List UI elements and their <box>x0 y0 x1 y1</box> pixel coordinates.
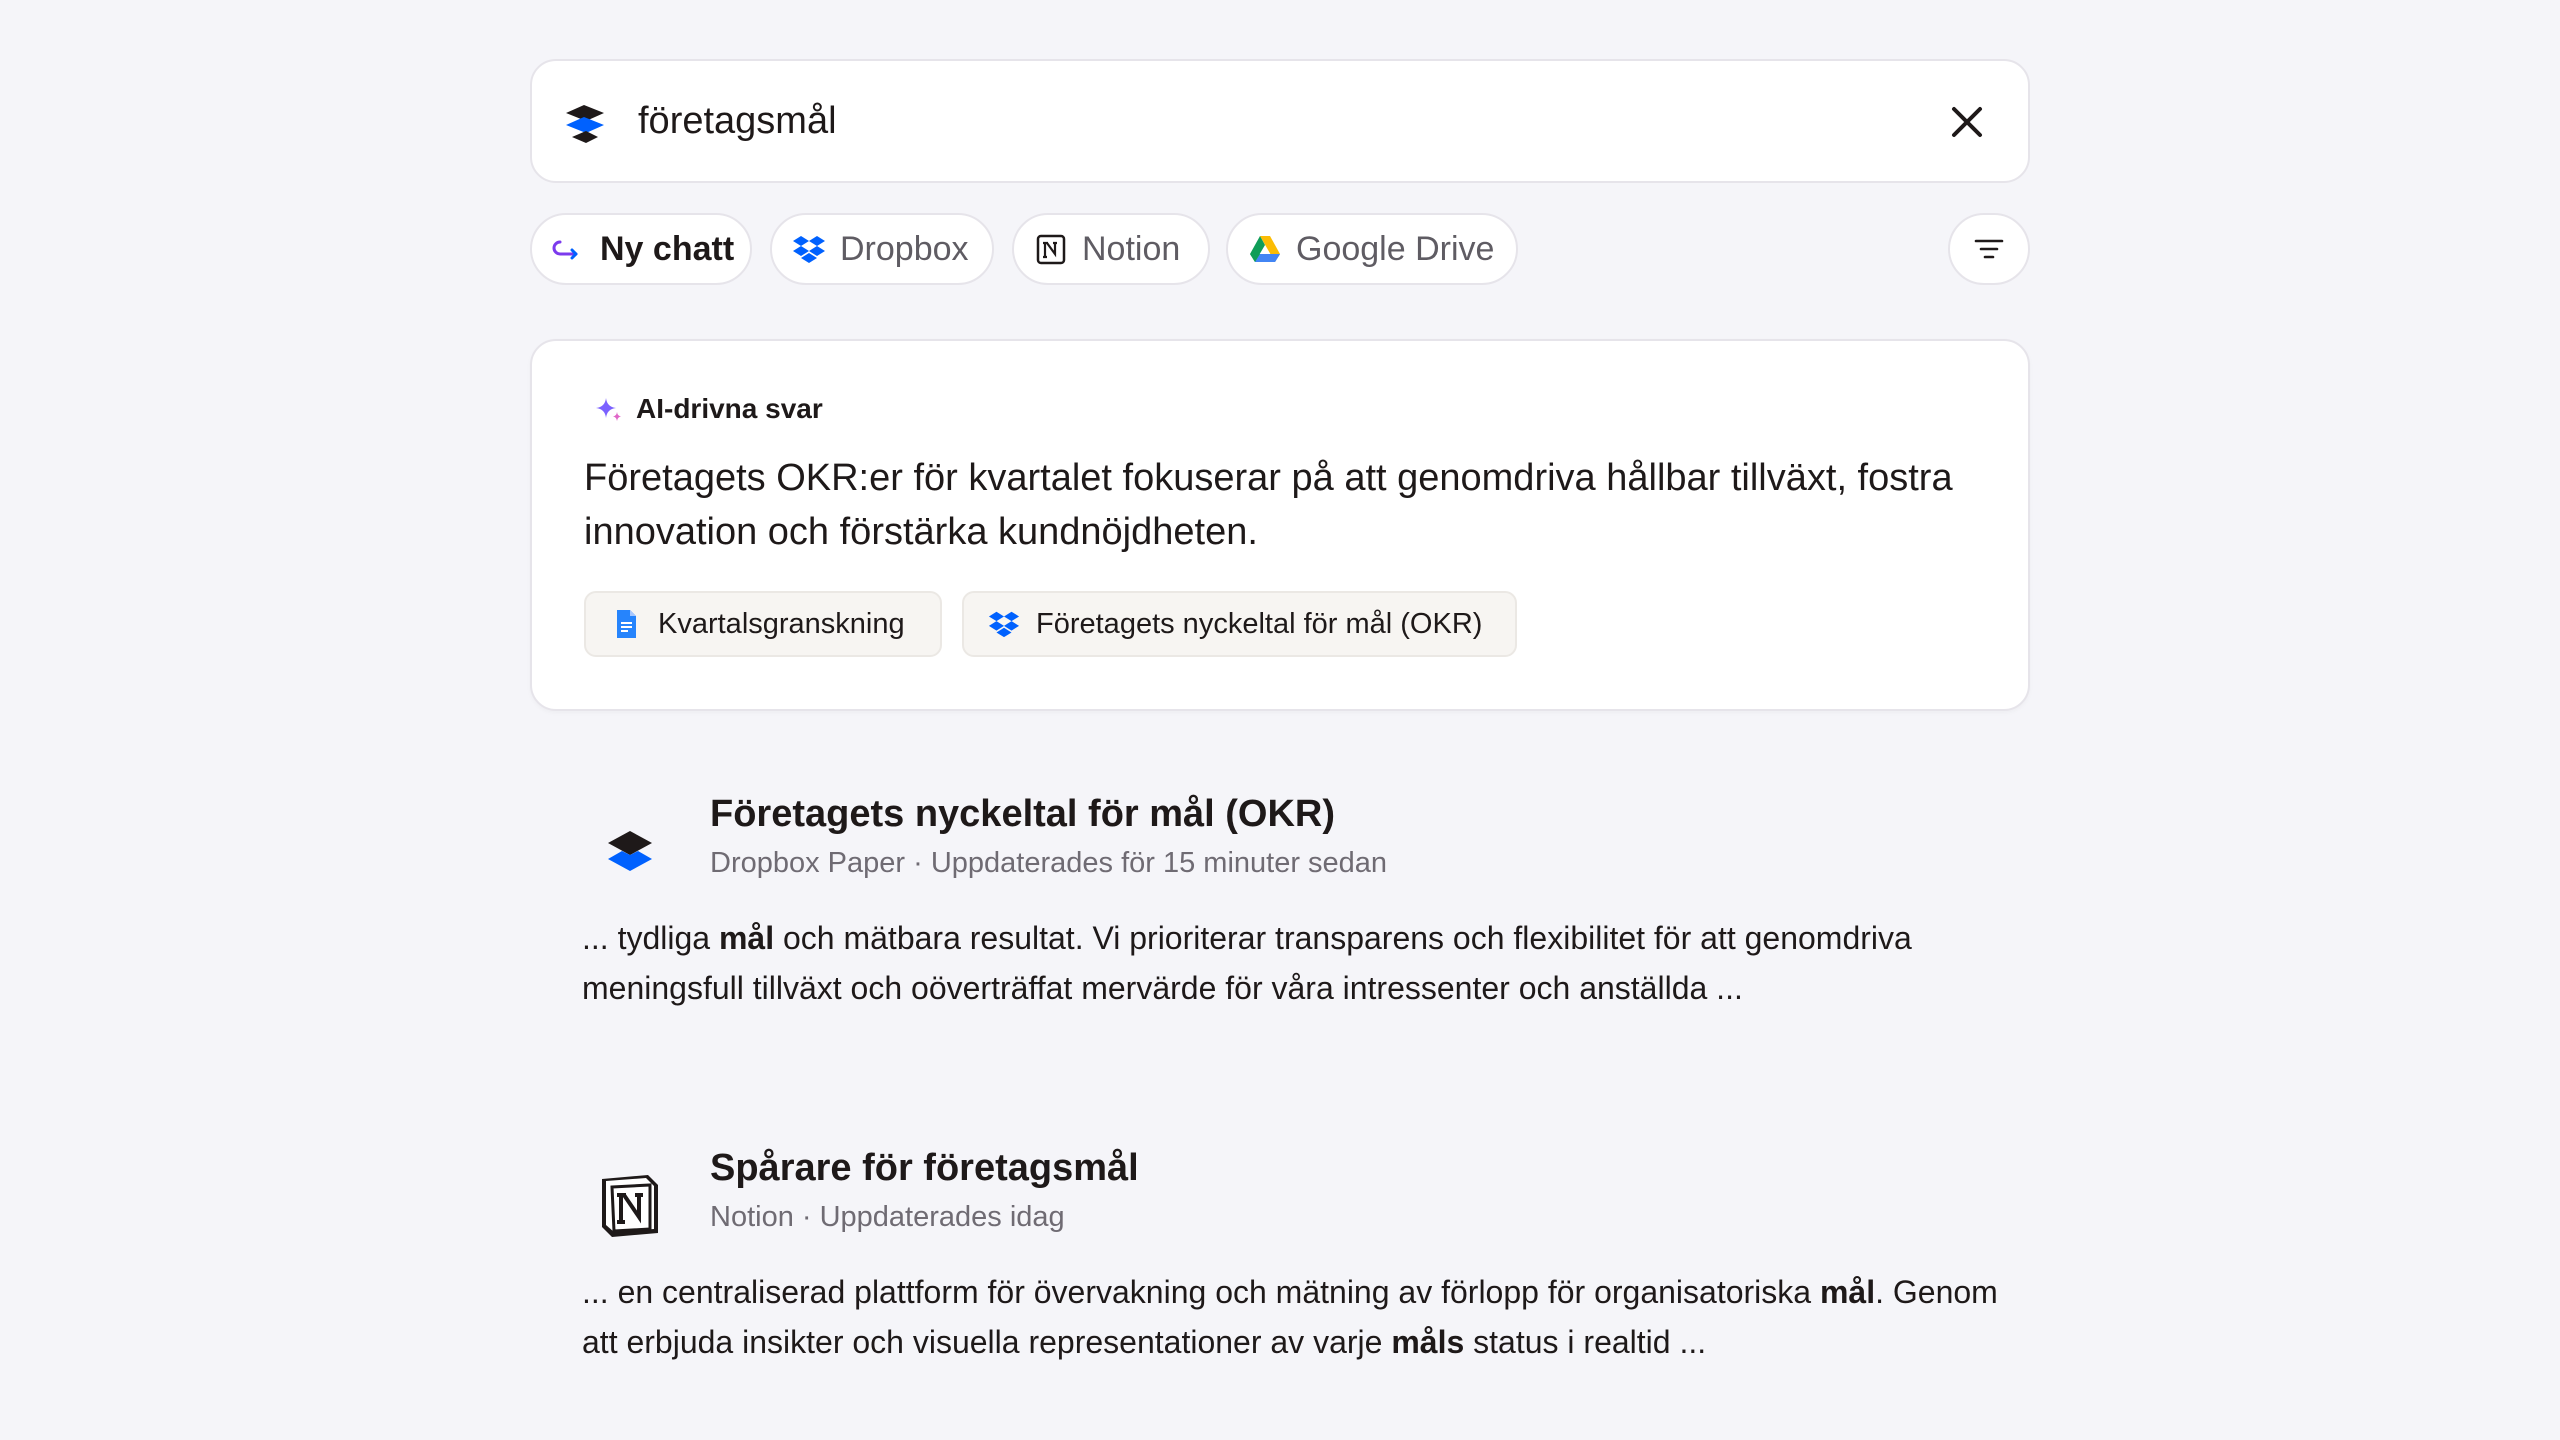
chip-google-drive[interactable]: Google Drive <box>1226 213 1518 285</box>
result-meta: Notion · Uppdaterades idag <box>710 1201 1065 1233</box>
notion-icon <box>1036 234 1066 265</box>
close-icon[interactable] <box>1946 101 1988 143</box>
result-snippet: ... tydliga mål och mätbara resultat. Vi… <box>582 920 1912 1006</box>
search-panel: Ny chatt Dropbox Notion <box>530 59 2030 1360</box>
source-filter-chips: Ny chatt Dropbox Notion Google Drive <box>530 213 2030 285</box>
filter-button[interactable] <box>1948 213 2030 285</box>
chip-notion[interactable]: Notion <box>1012 213 1210 285</box>
result-title[interactable]: Spårare för företagsmål <box>710 1147 1139 1190</box>
sparkle-icon <box>596 398 621 421</box>
chip-label: Ny chatt <box>600 229 735 268</box>
chip-dropbox[interactable]: Dropbox <box>770 213 994 285</box>
dropbox-icon <box>793 236 825 263</box>
result-snippet: ... en centraliserad plattform för överv… <box>582 1274 1998 1360</box>
notion-icon <box>602 1175 658 1237</box>
dropbox-paper-icon <box>608 831 652 871</box>
dropbox-icon <box>988 611 1020 638</box>
search-bar <box>530 59 2030 183</box>
ai-answer-text: Företagets OKR:er för kvartalet fokusera… <box>584 457 1953 553</box>
source-chip-okr[interactable]: Företagets nyckeltal för mål (OKR) <box>962 591 1517 657</box>
chip-label: Dropbox <box>840 229 969 268</box>
source-chip-label: Företagets nyckeltal för mål (OKR) <box>1036 607 1483 640</box>
result-meta: Dropbox Paper · Uppdaterades för 15 minu… <box>710 847 1388 879</box>
result-title[interactable]: Företagets nyckeltal för mål (OKR) <box>710 793 1335 836</box>
source-chip-kvartalsgranskning[interactable]: Kvartalsgranskning <box>584 591 942 657</box>
chip-label: Google Drive <box>1296 229 1495 268</box>
source-chip-label: Kvartalsgranskning <box>658 607 905 640</box>
filter-icon <box>1974 239 2004 259</box>
chat-arrow-icon <box>552 240 578 260</box>
dropbox-dash-logo-icon <box>566 105 604 143</box>
search-input[interactable] <box>638 95 1838 147</box>
google-docs-icon <box>617 610 636 638</box>
google-drive-icon <box>1250 236 1280 262</box>
ai-answer-card: AI-drivna svar Företagets OKR:er för kva… <box>530 339 2030 711</box>
ai-answer-header: AI-drivna svar <box>594 393 823 425</box>
new-chat-button[interactable]: Ny chatt <box>530 213 752 285</box>
ai-answer-title: AI-drivna svar <box>636 393 823 424</box>
chip-label: Notion <box>1082 229 1181 268</box>
